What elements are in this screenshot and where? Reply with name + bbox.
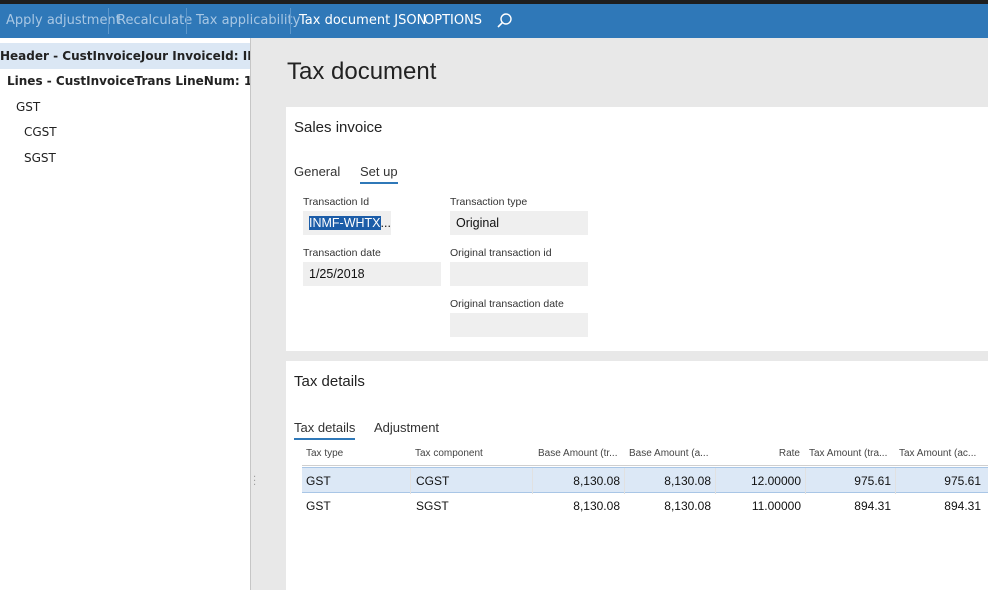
transaction-id-value: INMF-WHTX bbox=[309, 216, 381, 230]
cell-tax-amount-accounting: 975.61 bbox=[944, 474, 981, 488]
cell-base-amount-transaction: 8,130.08 bbox=[573, 474, 620, 488]
tree-item-label: CGST bbox=[24, 125, 57, 139]
transaction-date-label: Transaction date bbox=[303, 247, 381, 259]
cell-tax-type: GST bbox=[306, 499, 331, 513]
transaction-type-label: Transaction type bbox=[450, 196, 528, 208]
tab-tax-details[interactable]: Tax details bbox=[294, 420, 356, 440]
toolbar-divider bbox=[290, 8, 291, 34]
sales-invoice-section: Sales invoice General Set up Transaction… bbox=[286, 107, 988, 351]
page-title: Tax document bbox=[287, 58, 437, 85]
search-icon[interactable] bbox=[496, 12, 514, 30]
tax-details-title: Tax details bbox=[294, 373, 365, 390]
tab-general[interactable]: General bbox=[294, 164, 340, 182]
tree-item-label: Lines - CustInvoiceTrans LineNum: 1.00, … bbox=[7, 74, 250, 88]
tax-applicability-button[interactable]: Tax applicability bbox=[196, 4, 300, 38]
cell-tax-type: GST bbox=[306, 474, 331, 488]
tree-item-label: SGST bbox=[24, 151, 56, 165]
column-header-tax-type[interactable]: Tax type bbox=[306, 448, 406, 459]
cell-rate: 12.00000 bbox=[750, 474, 801, 488]
tree-item-header[interactable]: Header - CustInvoiceJour InvoiceId: INMF… bbox=[0, 43, 250, 69]
cell-base-amount-transaction: 8,130.08 bbox=[573, 499, 620, 513]
tree-item-cgst[interactable]: CGST bbox=[0, 119, 57, 145]
column-header-tax-amount-accounting[interactable]: Tax Amount (ac... bbox=[899, 448, 983, 459]
cell-rate: 11.00000 bbox=[751, 499, 801, 513]
cell-tax-component: CGST bbox=[416, 474, 450, 488]
original-transaction-date-field[interactable] bbox=[450, 313, 588, 337]
column-divider bbox=[410, 468, 411, 494]
sales-invoice-title: Sales invoice bbox=[294, 119, 383, 136]
transaction-id-field[interactable]: INMF-WHTX... bbox=[303, 211, 391, 235]
options-button[interactable]: OPTIONS bbox=[424, 4, 482, 38]
tree-item-label: GST bbox=[16, 100, 41, 114]
tree-item-gst[interactable]: GST bbox=[0, 94, 40, 120]
cell-tax-amount-transaction: 894.31 bbox=[854, 499, 891, 513]
cell-base-amount-accounting: 8,130.08 bbox=[664, 474, 711, 488]
tree-item-lines[interactable]: Lines - CustInvoiceTrans LineNum: 1.00, … bbox=[0, 68, 250, 94]
transaction-id-ellipsis: ... bbox=[380, 216, 391, 230]
column-header-base-amount-transaction[interactable]: Base Amount (tr... bbox=[538, 448, 622, 459]
document-tree: Header - CustInvoiceJour InvoiceId: INMF… bbox=[0, 38, 251, 590]
tree-item-label: Header - CustInvoiceJour InvoiceId: INMF… bbox=[0, 49, 250, 63]
cell-tax-component: SGST bbox=[416, 499, 449, 513]
table-row[interactable]: GST SGST 8,130.08 8,130.08 11.00000 894.… bbox=[302, 493, 988, 519]
tree-item-sgst[interactable]: SGST bbox=[0, 145, 56, 171]
table-row[interactable]: GST CGST 8,130.08 8,130.08 12.00000 975.… bbox=[302, 467, 988, 494]
toolbar-divider bbox=[186, 8, 187, 34]
transaction-type-field[interactable]: Original bbox=[450, 211, 588, 235]
transaction-id-label: Transaction Id bbox=[303, 196, 370, 208]
column-divider bbox=[715, 468, 716, 494]
apply-adjustment-button[interactable]: Apply adjustment bbox=[6, 4, 121, 38]
tab-adjustment[interactable]: Adjustment bbox=[374, 420, 439, 438]
recalculate-button[interactable]: Recalculate bbox=[117, 4, 192, 38]
column-header-tax-amount-transaction[interactable]: Tax Amount (tra... bbox=[809, 448, 893, 459]
toolbar-divider bbox=[108, 8, 109, 34]
cell-base-amount-accounting: 8,130.08 bbox=[664, 499, 711, 513]
original-transaction-date-label: Original transaction date bbox=[450, 298, 564, 310]
tax-document-json-button[interactable]: Tax document JSON bbox=[299, 4, 426, 38]
action-toolbar: Apply adjustment Recalculate Tax applica… bbox=[0, 4, 988, 38]
column-divider bbox=[532, 468, 533, 494]
column-header-tax-component[interactable]: Tax component bbox=[415, 448, 525, 459]
cell-tax-amount-transaction: 975.61 bbox=[854, 474, 891, 488]
original-transaction-id-label: Original transaction id bbox=[450, 247, 552, 259]
cell-tax-amount-accounting: 894.31 bbox=[944, 499, 981, 513]
column-header-base-amount-accounting[interactable]: Base Amount (a... bbox=[629, 448, 713, 459]
column-divider bbox=[895, 468, 896, 494]
column-header-rate[interactable]: Rate bbox=[722, 448, 800, 459]
grid-header: Tax type Tax component Base Amount (tr..… bbox=[302, 442, 988, 466]
transaction-date-field[interactable]: 1/25/2018 bbox=[303, 262, 441, 286]
column-divider bbox=[805, 468, 806, 494]
column-divider bbox=[624, 468, 625, 494]
pane-splitter-handle[interactable]: · · · bbox=[253, 473, 257, 491]
tab-set-up[interactable]: Set up bbox=[360, 164, 398, 184]
original-transaction-id-field[interactable] bbox=[450, 262, 588, 286]
